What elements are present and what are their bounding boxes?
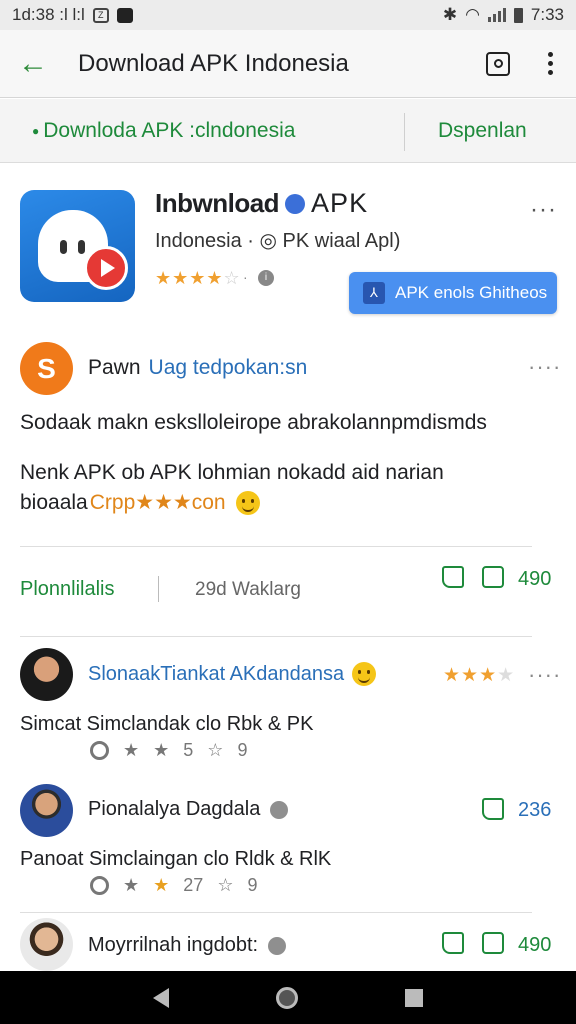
info-icon bbox=[268, 936, 287, 955]
divider bbox=[20, 912, 532, 913]
star-icon[interactable]: ★ bbox=[123, 875, 139, 896]
page-title: Download APK Indonesia bbox=[78, 49, 349, 77]
reply-icon[interactable] bbox=[90, 741, 109, 760]
comment-author-name: Pionalalya Dagdala bbox=[88, 798, 261, 820]
app-rating-dots: · bbox=[243, 269, 248, 285]
comment-author-name: Moyrrilnah ingdobt: bbox=[88, 934, 259, 956]
verified-icon bbox=[285, 193, 306, 214]
frame-icon bbox=[486, 51, 510, 76]
comment-meta: ★ ★ 27 ☆ 9 bbox=[90, 875, 257, 896]
nav-bar bbox=[0, 971, 576, 1024]
avatar[interactable] bbox=[20, 648, 73, 701]
post-line3-highlight: Crpp★★★con bbox=[89, 491, 226, 514]
download-button[interactable]: ⅄ APK enols Ghitheos bbox=[349, 272, 557, 314]
like-icon[interactable] bbox=[442, 932, 464, 954]
post-author-name[interactable]: Pawn bbox=[88, 356, 141, 380]
app-bar-actions bbox=[472, 38, 576, 90]
status-time: 7:33 bbox=[530, 5, 564, 24]
post-body-line: Sodaak makn eskslloleirope abrakolannpmd… bbox=[20, 411, 487, 434]
bluetooth-icon: ✱ bbox=[442, 5, 458, 24]
info-icon[interactable]: i bbox=[258, 270, 274, 286]
comment-text: Panoat Simclaingan clo Rldk & RlK bbox=[20, 848, 332, 870]
share-icon[interactable] bbox=[482, 566, 504, 588]
comment-author[interactable]: SlonaakTiankat AKdandansa bbox=[88, 662, 377, 686]
star-icon: ★ bbox=[153, 740, 170, 760]
info-icon bbox=[270, 800, 289, 819]
back-button[interactable]: ← bbox=[0, 30, 66, 98]
post-more-button[interactable]: ···· bbox=[528, 354, 561, 380]
smile-emoji-icon bbox=[352, 662, 377, 686]
star-outline-icon[interactable]: ☆ bbox=[207, 740, 223, 761]
stats-time: 29d Waklarg bbox=[195, 579, 301, 600]
nav-back-icon[interactable] bbox=[153, 987, 170, 1008]
sub-bar-link[interactable]: ● Downloda APK :clndonesia bbox=[32, 119, 295, 143]
signal-icon bbox=[487, 8, 506, 22]
app-bar: ← Download APK Indonesia bbox=[0, 30, 576, 98]
divider bbox=[20, 546, 532, 547]
download-icon: ⅄ bbox=[363, 282, 385, 304]
battery-icon bbox=[513, 7, 523, 23]
app-subtitle: Indonesia · ◎ PK wiaal Apl) bbox=[155, 230, 401, 252]
comment-meta-b: 9 bbox=[237, 740, 248, 760]
comment-rating-stars: ★★★★ bbox=[443, 665, 516, 686]
stats-divider bbox=[158, 576, 159, 602]
comment-author[interactable]: Moyrrilnah ingdobt: bbox=[88, 934, 287, 957]
star-icon[interactable]: ★ bbox=[123, 740, 139, 761]
sub-bar-divider bbox=[404, 113, 405, 151]
share-icon[interactable] bbox=[482, 932, 504, 954]
status-notification-icon bbox=[116, 7, 133, 23]
comment-meta-b: 9 bbox=[247, 875, 258, 895]
avatar[interactable] bbox=[20, 784, 73, 837]
comment-author[interactable]: Pionalalya Dagdala bbox=[88, 798, 289, 821]
status-right: ✱ ◠ 7:33 bbox=[443, 5, 564, 25]
comment-count: 490 bbox=[518, 934, 552, 956]
post-line3-text: bioaala bbox=[20, 490, 88, 514]
post-author-tag[interactable]: Uag tedpokan:sn bbox=[149, 356, 308, 380]
overflow-menu-button[interactable] bbox=[524, 38, 576, 90]
post-avatar[interactable]: S bbox=[20, 342, 73, 395]
like-icon[interactable] bbox=[482, 798, 504, 820]
comment-meta-a: 5 bbox=[183, 740, 194, 760]
app-name-rest: APK bbox=[311, 188, 369, 218]
location-dot-icon: ● bbox=[32, 123, 40, 138]
like-icon[interactable] bbox=[442, 566, 464, 588]
sub-bar-right-link[interactable]: Dspenlan bbox=[438, 119, 527, 143]
app-name: Inbwnload APK bbox=[155, 188, 368, 219]
post-body-line: Nenk APK ob APK lohmian nokadd aid naria… bbox=[20, 461, 444, 484]
nav-home-icon[interactable] bbox=[275, 986, 298, 1009]
divider bbox=[20, 636, 532, 637]
star-icon: ★ bbox=[153, 875, 170, 895]
star-outline-icon[interactable]: ☆ bbox=[217, 875, 233, 896]
smile-emoji-icon bbox=[235, 490, 260, 515]
more-vertical-icon bbox=[547, 52, 553, 75]
comment-like-count: 236 bbox=[518, 799, 552, 821]
stats-count: 490 bbox=[518, 568, 552, 590]
sub-bar: ● Downloda APK :clndonesia Dspenlan bbox=[0, 99, 576, 163]
app-more-button[interactable]: ··· bbox=[530, 196, 557, 224]
comment-meta: ★ ★ 5 ☆ 9 bbox=[90, 740, 247, 761]
status-box-icon: Z bbox=[92, 7, 109, 23]
frame-button[interactable] bbox=[472, 38, 524, 90]
download-button-label: APK enols Ghitheos bbox=[395, 283, 548, 302]
stats-link[interactable]: Plonnlilalis bbox=[20, 578, 115, 601]
post-body-line: bioaala Crpp★★★con bbox=[20, 490, 260, 515]
sub-bar-link-label: Downloda APK :clndonesia bbox=[43, 118, 296, 142]
comment-text: Simcat Simclandak clo Rbk & PK bbox=[20, 713, 314, 735]
nav-recent-icon[interactable] bbox=[404, 988, 423, 1007]
comment-author-name: SlonaakTiankat AKdandansa bbox=[88, 662, 345, 685]
comment-meta-a: 27 bbox=[183, 875, 204, 895]
reply-icon[interactable] bbox=[90, 876, 109, 895]
app-rating-stars: ★★★★☆ bbox=[155, 268, 241, 288]
arrow-left-icon: ← bbox=[18, 46, 48, 80]
status-left: 1d:38 :l l:l Z bbox=[12, 5, 133, 25]
status-left-text: 1d:38 :l l:l bbox=[12, 5, 85, 24]
app-name-bold: Inbwnload bbox=[155, 188, 280, 218]
app-icon[interactable] bbox=[20, 190, 135, 302]
avatar[interactable] bbox=[20, 918, 73, 971]
play-icon bbox=[84, 246, 128, 290]
comment-more-button[interactable]: ···· bbox=[528, 662, 561, 688]
status-bar: 1d:38 :l l:l Z ✱ ◠ 7:33 bbox=[0, 0, 576, 30]
wifi-icon: ◠ bbox=[465, 5, 480, 24]
post-author: Pawn Uag tedpokan:sn bbox=[88, 356, 307, 380]
